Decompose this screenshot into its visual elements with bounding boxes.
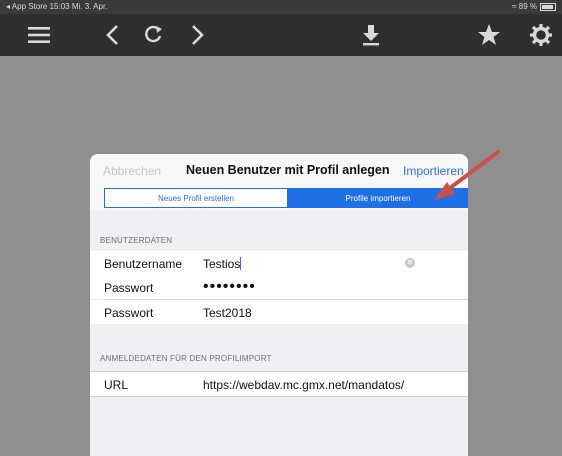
text-cursor <box>240 257 242 270</box>
clear-icon[interactable]: ✕ <box>405 258 415 268</box>
username-label: Benutzername <box>104 257 183 271</box>
username-field[interactable]: Testios <box>203 257 242 271</box>
back-icon[interactable] <box>98 20 128 50</box>
row-divider <box>90 396 468 397</box>
password-confirm-label: Passwort <box>104 306 154 320</box>
star-icon[interactable] <box>474 20 504 50</box>
username-value: Testios <box>203 257 241 271</box>
gear-icon[interactable] <box>526 20 556 50</box>
battery-text: ≈ 89 % <box>512 2 537 11</box>
modal-nav-bar: Abbrechen Neuen Benutzer mit Profil anle… <box>90 154 468 188</box>
url-row[interactable]: URL https://webdav.mc.gmx.net/mandatos/ <box>90 372 468 396</box>
download-icon[interactable] <box>356 20 386 50</box>
password-confirm-field[interactable]: Test2018 <box>203 306 252 320</box>
forward-icon[interactable] <box>182 20 212 50</box>
import-button[interactable]: Importieren <box>403 164 464 178</box>
cancel-button[interactable]: Abbrechen <box>103 164 161 178</box>
segmented-control: Neues Profil erstellen Profile importier… <box>104 188 468 208</box>
segment-new-profile[interactable]: Neues Profil erstellen <box>105 189 287 207</box>
segment-bar: Neues Profil erstellen Profile importier… <box>90 188 468 210</box>
password-field[interactable]: •••••••• <box>203 278 256 296</box>
section-header-import: ANMELDEDATEN FÜR DEN PROFILIMPORT <box>100 354 272 363</box>
status-left: ◂ App Store 15:03 Mi. 3. Apr. <box>6 2 108 11</box>
modal-title: Neuen Benutzer mit Profil anlegen <box>186 163 390 177</box>
section-header-user: BENUTZERDATEN <box>100 236 173 245</box>
status-bar: ◂ App Store 15:03 Mi. 3. Apr. ≈ 89 % <box>0 0 562 14</box>
menu-icon[interactable] <box>24 20 54 50</box>
status-right: ≈ 89 % <box>512 0 556 14</box>
app-toolbar <box>0 14 562 56</box>
segment-import-profiles[interactable]: Profile importieren <box>287 189 468 207</box>
password-row[interactable]: Passwort •••••••• <box>90 275 468 299</box>
username-row[interactable]: Benutzername Testios ✕ <box>90 251 468 275</box>
url-label: URL <box>104 378 129 392</box>
battery-icon <box>540 2 556 11</box>
new-user-modal: Abbrechen Neuen Benutzer mit Profil anle… <box>90 154 468 456</box>
password-confirm-row[interactable]: Passwort Test2018 <box>90 300 468 324</box>
refresh-icon[interactable] <box>138 20 168 50</box>
password-label: Passwort <box>104 281 154 295</box>
url-field[interactable]: https://webdav.mc.gmx.net/mandatos/ <box>203 378 404 392</box>
